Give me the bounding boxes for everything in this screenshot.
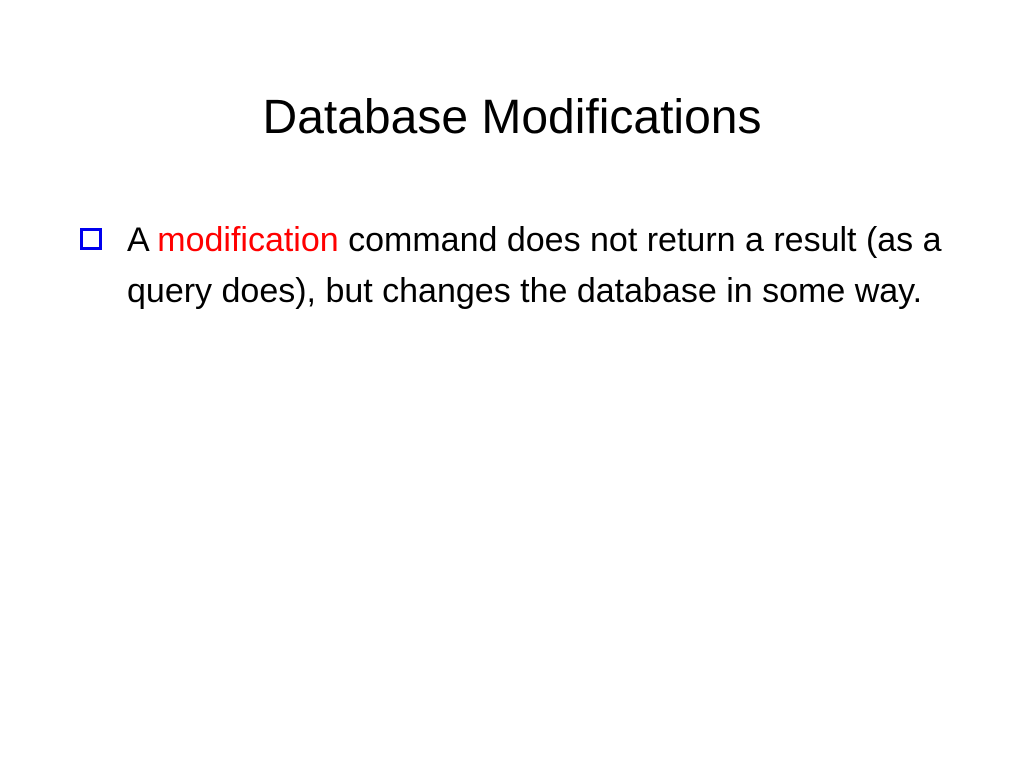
bullet-item: A modification command does not return a… xyxy=(80,215,944,317)
bullet-text: A modification command does not return a… xyxy=(127,215,944,317)
slide-container: Database Modifications A modification co… xyxy=(0,0,1024,768)
slide-title: Database Modifications xyxy=(80,90,944,145)
bullet-square-icon xyxy=(80,228,102,250)
bullet-text-prefix: A xyxy=(127,221,157,259)
bullet-list: A modification command does not return a… xyxy=(80,215,944,317)
bullet-text-highlight: modification xyxy=(157,221,338,259)
